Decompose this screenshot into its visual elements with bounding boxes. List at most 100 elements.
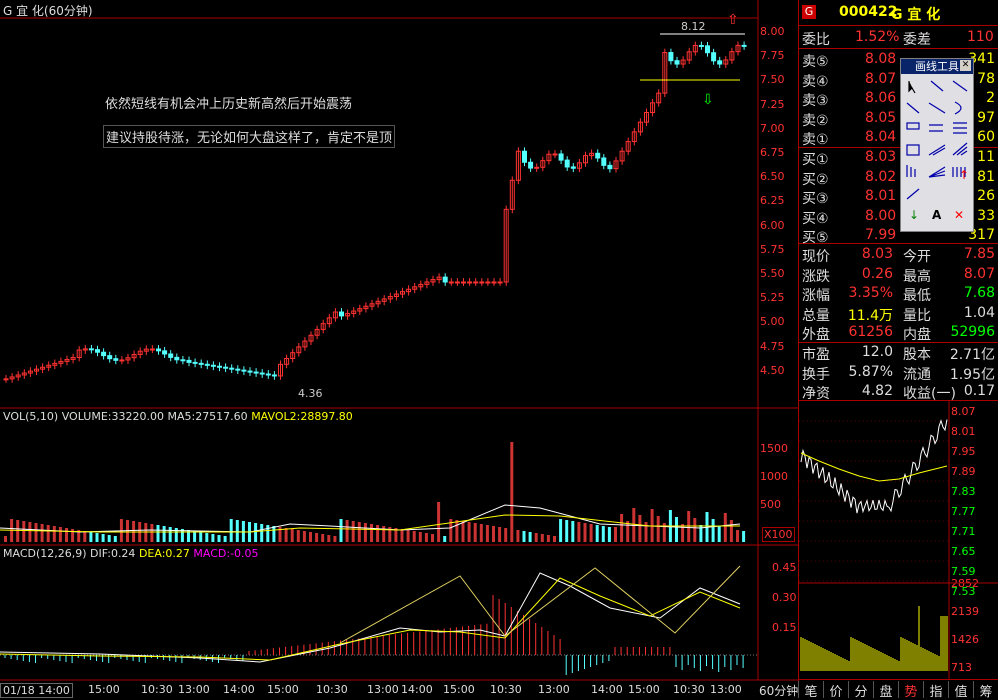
quote-row: 外盘 61256 内盘 52996 xyxy=(799,323,998,343)
quote-label-2: 最高 xyxy=(903,268,931,285)
volume-bar xyxy=(22,521,26,542)
volume-bar xyxy=(40,524,44,542)
tab-2[interactable]: 分 xyxy=(848,681,873,700)
time-axis-label: 10:30 xyxy=(141,683,173,696)
candle-body xyxy=(570,166,576,169)
tab-5[interactable]: 指 xyxy=(923,681,948,700)
order-volume: 2 xyxy=(986,90,995,106)
volume-bar xyxy=(485,525,489,542)
candle-body xyxy=(497,281,503,284)
macd-chart[interactable] xyxy=(0,558,758,680)
volume-bar xyxy=(742,531,746,542)
order-price: 8.05 xyxy=(865,109,897,126)
candle-body xyxy=(595,152,601,159)
price-axis-label: 7.00 xyxy=(760,121,785,135)
trend-line xyxy=(339,565,741,644)
annotation-note-2: 建议持股待涨，无论如何大盘这样了，肯定不是顶 xyxy=(103,125,396,148)
volume-bar xyxy=(107,535,111,542)
volume-bar xyxy=(492,526,495,542)
candle-body xyxy=(741,44,747,47)
tab-1[interactable]: 价 xyxy=(823,681,848,700)
drawing-toolbox[interactable]: 画线工具 ✕ ↑ ↓ A ✕ xyxy=(900,58,974,232)
quote-value: 12.0 xyxy=(861,344,893,360)
tab-7[interactable]: 筹 xyxy=(973,681,998,700)
volume-bar xyxy=(382,526,386,542)
order-ratio-value: 1.52% xyxy=(855,29,900,45)
volume-bar xyxy=(89,532,93,542)
quote-label: 换手 xyxy=(802,366,830,383)
volume-bar xyxy=(729,520,733,542)
stock-code: 000422 xyxy=(839,4,898,20)
volume-bar xyxy=(546,535,550,542)
tab-3[interactable]: 盘 xyxy=(873,681,898,700)
toolbox-delete-icon: ✕ xyxy=(954,208,964,222)
period-selector[interactable]: 60分钟 xyxy=(759,682,798,699)
candle-body xyxy=(339,311,344,317)
volume-bar xyxy=(638,515,642,542)
volume-bar xyxy=(553,536,556,542)
down-arrow-icon: ⇩ xyxy=(702,92,714,108)
volume-bar xyxy=(437,502,441,542)
quote-value: 8.03 xyxy=(861,246,893,262)
volume-bar xyxy=(217,535,221,542)
candle-body xyxy=(247,370,253,373)
time-axis-label: 15:00 xyxy=(628,683,660,696)
time-axis-label: 14:00 xyxy=(401,683,433,696)
quote-label: 现价 xyxy=(802,249,830,265)
toolbox-tools[interactable]: ↑ ↓ A ✕ xyxy=(901,75,973,231)
order-label: 卖⑤ xyxy=(802,54,829,70)
volume-bar xyxy=(223,536,227,542)
volume-bar xyxy=(559,519,563,542)
volume-bar xyxy=(723,513,727,542)
volume-bar xyxy=(376,525,380,542)
intraday-mini-chart[interactable]: 8.078.017.957.897.837.777.717.657.597.53… xyxy=(799,401,998,679)
order-price: 8.01 xyxy=(865,188,897,204)
up-arrow-icon: ⇧ xyxy=(727,12,739,28)
volume-bar xyxy=(296,530,300,542)
volume-chart[interactable] xyxy=(0,420,758,545)
quote-row: 换手 5.87% 流通 1.95亿 xyxy=(799,363,998,383)
volume-bar xyxy=(28,522,32,542)
time-axis-label: 15:00 xyxy=(443,683,475,696)
volume-bar xyxy=(284,528,288,542)
volume-bar xyxy=(711,519,715,542)
volume-bar xyxy=(16,520,20,542)
candle-body xyxy=(259,372,265,375)
candle-body xyxy=(473,281,479,284)
price-axis-label: 6.25 xyxy=(760,194,785,208)
volume-bar xyxy=(83,531,87,542)
volume-bar xyxy=(101,534,105,542)
candle-body xyxy=(88,348,94,351)
quote-value: 11.4万 xyxy=(847,307,893,324)
stock-name: G 宜 化 xyxy=(891,7,941,23)
volume-bar xyxy=(211,534,215,542)
price-axis-label: 8.00 xyxy=(760,25,785,38)
order-volume: 11 xyxy=(977,149,995,165)
volume-bar xyxy=(522,531,526,542)
candle-body xyxy=(448,281,454,284)
toolbox-close-icon[interactable]: ✕ xyxy=(960,60,971,71)
order-price: 7.99 xyxy=(865,227,897,243)
order-label: 买⑤ xyxy=(802,230,829,246)
volume-bar xyxy=(583,523,587,542)
tab-0[interactable]: 笔 xyxy=(798,681,823,700)
volume-bar xyxy=(52,526,56,542)
order-price: 8.07 xyxy=(865,70,897,87)
volume-bar xyxy=(132,521,136,542)
volume-bar xyxy=(620,514,624,542)
tab-6[interactable]: 值 xyxy=(948,681,973,700)
candle-body xyxy=(101,351,107,357)
candle-body xyxy=(95,349,100,353)
quote-value: 4.82 xyxy=(861,383,893,400)
candle-body xyxy=(528,161,534,169)
candle-body xyxy=(265,373,271,376)
macd-axis-label: 0.30 xyxy=(772,591,797,604)
tab-4[interactable]: 势 xyxy=(898,681,923,700)
candlestick-chart[interactable] xyxy=(0,18,758,408)
volume-bar xyxy=(614,527,617,542)
order-volume: 97 xyxy=(977,109,995,126)
quote-label-2: 流通 xyxy=(903,366,931,383)
quote-value-2: 2.71亿 xyxy=(949,347,995,363)
volume-bar xyxy=(571,521,575,542)
volume-bar xyxy=(193,531,197,542)
